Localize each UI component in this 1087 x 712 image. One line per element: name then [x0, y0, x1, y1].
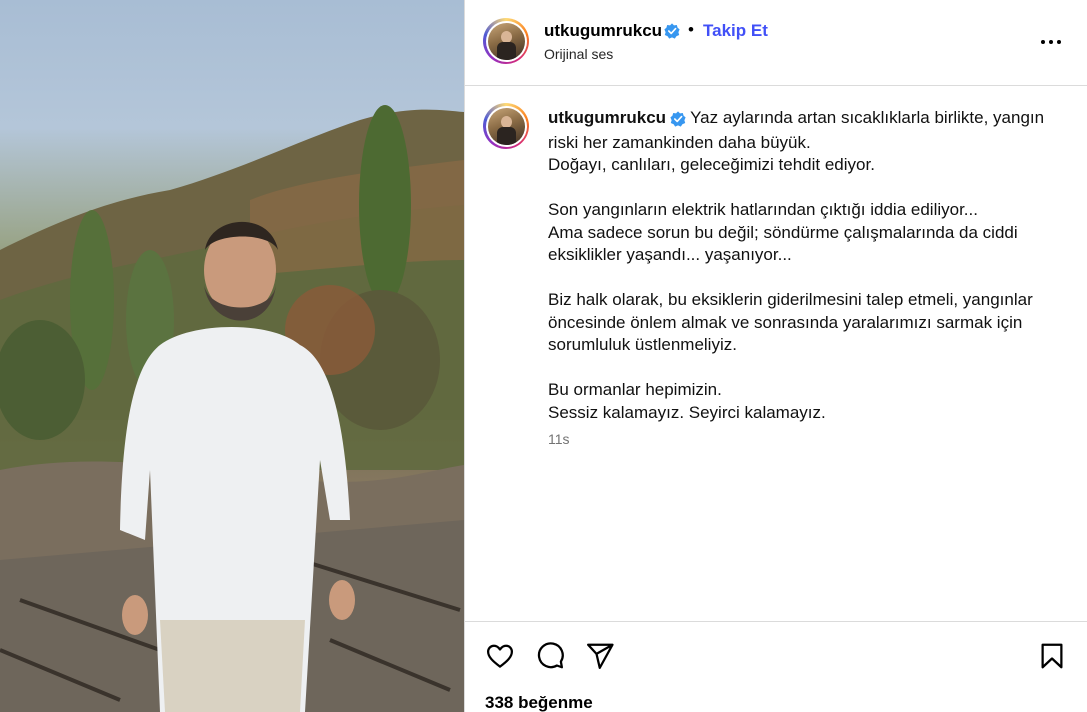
heart-icon[interactable] [485, 641, 515, 671]
post-video[interactable] [0, 0, 464, 712]
post-dialog: utkugumrukcu • Takip Et Orijinal ses utk… [0, 0, 1087, 712]
caption-line [548, 177, 1068, 200]
likes-count[interactable]: 338 beğenme [485, 693, 593, 712]
caption-author-avatar[interactable] [483, 103, 529, 149]
follow-button[interactable]: Takip Et [703, 21, 768, 41]
share-icon[interactable] [585, 641, 615, 671]
caption-line: Sessiz kalamayız. Seyirci kalamayız. [548, 402, 826, 422]
post-header: utkugumrukcu • Takip Et Orijinal ses [465, 0, 1087, 86]
caption-line: Son yangınların elektrik hatlarından çık… [548, 200, 978, 219]
post-timestamp[interactable]: 11s [548, 431, 570, 447]
caption-username[interactable]: utkugumrukcu [548, 108, 666, 127]
video-frame [0, 105, 464, 712]
audio-label[interactable]: Orijinal ses [544, 46, 613, 62]
post-details-panel: utkugumrukcu • Takip Et Orijinal ses utk… [464, 0, 1087, 712]
author-username[interactable]: utkugumrukcu [544, 21, 662, 41]
more-options-icon[interactable] [1039, 30, 1063, 54]
caption-line [548, 357, 1068, 380]
verified-badge-icon [670, 109, 686, 132]
caption-line: Biz halk olarak, bu eksiklerin giderilme… [548, 290, 1033, 354]
author-avatar[interactable] [483, 18, 529, 64]
separator-dot: • [688, 20, 694, 39]
caption-line: Bu ormanlar hepimizin. [548, 380, 722, 399]
verified-badge-icon [664, 23, 680, 42]
post-actions: 338 beğenme [465, 621, 1087, 712]
caption-line [548, 267, 1068, 290]
comment-icon[interactable] [535, 641, 565, 671]
caption-line: Ama sadece sorun bu değil; söndürme çalı… [548, 222, 1018, 265]
post-caption: utkugumrukcu Yaz aylarında artan sıcaklık… [548, 107, 1068, 424]
bookmark-icon[interactable] [1037, 641, 1067, 671]
caption-line: Doğayı, canlıları, geleceğimizi tehdit e… [548, 155, 875, 174]
